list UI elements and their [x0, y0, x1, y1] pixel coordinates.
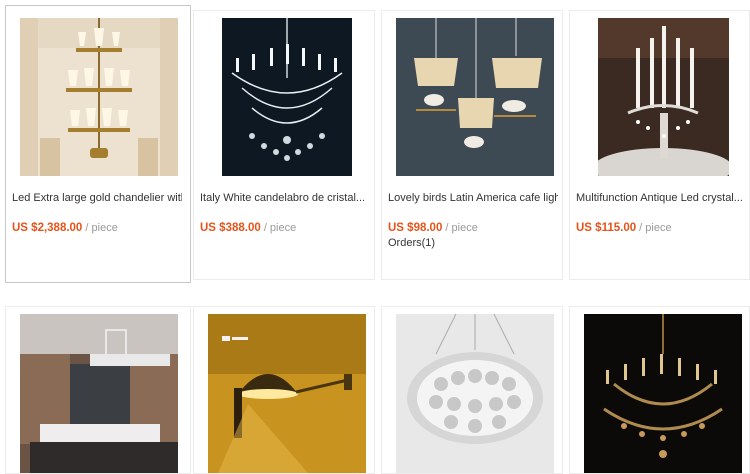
price-unit: / piece — [263, 222, 297, 234]
product-title[interactable]: Lovely birds Latin America cafe light... — [388, 192, 558, 204]
product-price: US $115.00 — [576, 222, 637, 234]
product-image[interactable] — [20, 18, 178, 176]
product-price: US $98.00 — [388, 222, 443, 234]
product-image[interactable] — [598, 18, 729, 176]
product-card[interactable]: Lovely birds Latin America cafe light...… — [381, 10, 563, 280]
price-unit: / piece — [445, 222, 478, 234]
product-card[interactable] — [5, 306, 191, 474]
product-price: US $2,388.00 — [12, 222, 83, 234]
product-title[interactable]: Led Extra large gold chandelier with... — [12, 192, 182, 204]
product-price-line: US $98.00 / piece — [388, 222, 478, 234]
product-title[interactable]: Italy White candelabro de cristal... — [200, 192, 370, 204]
product-card[interactable]: Led Extra large gold chandelier with... … — [5, 5, 191, 283]
product-price: US $388.00 — [200, 222, 261, 234]
product-card[interactable] — [193, 306, 375, 474]
product-image[interactable] — [208, 314, 366, 473]
product-card[interactable] — [381, 306, 563, 474]
product-image[interactable] — [396, 18, 554, 176]
product-price-line: US $115.00 / piece — [576, 222, 672, 234]
price-unit: / piece — [639, 222, 672, 234]
product-card[interactable]: Italy White candelabro de cristal... US … — [193, 10, 375, 280]
product-price-line: US $388.00 / piece — [200, 222, 296, 234]
product-image[interactable] — [222, 18, 352, 176]
product-title[interactable]: Multifunction Antique Led crystal... — [576, 192, 746, 204]
orders-count: Orders(1) — [388, 237, 436, 249]
product-image[interactable] — [584, 314, 742, 473]
product-card[interactable] — [569, 306, 750, 474]
product-price-line: US $2,388.00 / piece — [12, 222, 118, 234]
product-image[interactable] — [396, 314, 554, 473]
price-unit: / piece — [85, 222, 118, 234]
product-image[interactable] — [20, 314, 178, 473]
product-card[interactable]: Multifunction Antique Led crystal... US … — [569, 10, 750, 280]
